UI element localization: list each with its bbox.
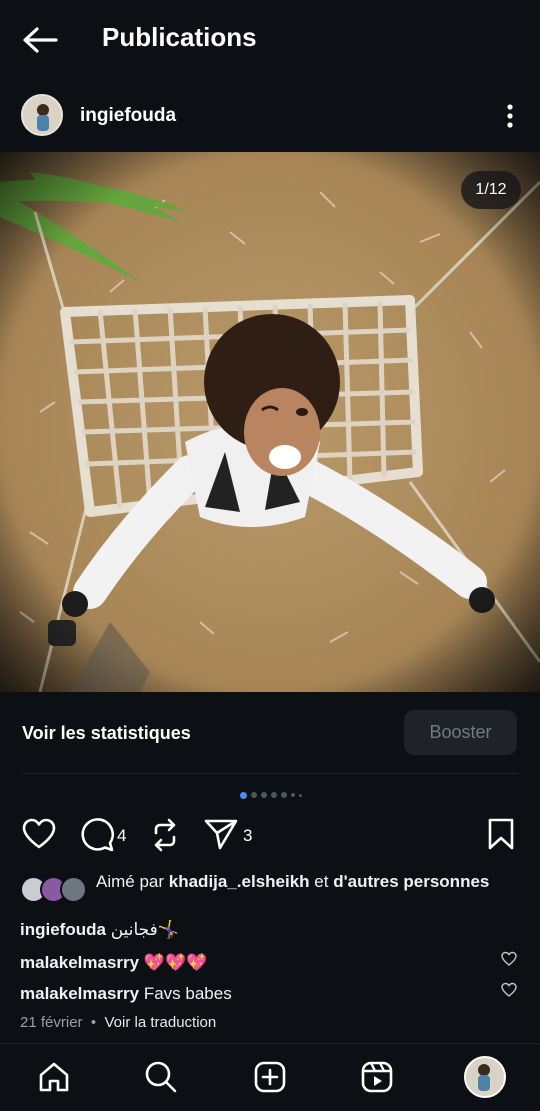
heart-icon[interactable] (501, 951, 517, 967)
carousel-dot (281, 792, 287, 798)
liker-username[interactable]: khadija_.elsheikh (169, 872, 310, 891)
comment-item: malakelmasrry Favs babes (20, 984, 232, 1004)
tab-profile[interactable] (464, 1056, 506, 1098)
bottom-navigation (0, 1043, 540, 1111)
plus-square-icon (254, 1061, 286, 1093)
shares-count: 3 (243, 826, 253, 845)
likes-summary[interactable]: Aimé par khadija_.elsheikh et d'autres p… (20, 870, 520, 914)
avatar[interactable] (21, 94, 63, 136)
boost-button[interactable]: Booster (404, 710, 517, 755)
heart-icon[interactable] (501, 982, 517, 998)
comment-username[interactable]: malakelmasrry (20, 984, 139, 1003)
author-username[interactable]: ingiefouda (80, 105, 176, 127)
post-author-row: ingiefouda (0, 92, 540, 140)
likes-text: Aimé par khadija_.elsheikh et d'autres p… (96, 870, 496, 893)
avatar (60, 876, 87, 903)
carousel-dot (251, 792, 257, 798)
post-meta: 21 février • Voir la traduction (20, 1014, 216, 1031)
comment-item: malakelmasrry 💖💖💖 (20, 953, 207, 973)
comment-text: Favs babes (143, 984, 232, 1003)
likes-connector: et (314, 872, 329, 891)
carousel-dot-active (240, 791, 247, 799)
reels-icon (361, 1061, 393, 1093)
repost-icon[interactable] (150, 818, 180, 852)
bookmark-icon[interactable] (487, 818, 515, 850)
comment-username[interactable]: malakelmasrry (20, 953, 139, 972)
carousel-indicator (240, 791, 302, 799)
caption: ingiefouda فجانين🤸‍♀️ (20, 920, 179, 940)
carousel-dot (299, 793, 302, 797)
arrow-left-icon[interactable] (20, 24, 60, 56)
avatar (466, 1058, 504, 1096)
carousel-dot (261, 792, 267, 798)
post-photo[interactable] (0, 152, 540, 692)
page-title: Publications (102, 22, 257, 52)
meta-separator: • (90, 1014, 97, 1031)
see-translation-link[interactable]: Voir la traduction (104, 1014, 216, 1031)
send-icon[interactable] (204, 818, 238, 850)
view-insights-link[interactable]: Voir les statistiques (22, 723, 191, 744)
likes-prefix: Aimé par (96, 872, 165, 891)
tab-reels[interactable] (359, 1059, 395, 1095)
comment-icon[interactable] (80, 818, 114, 852)
carousel-dot (291, 793, 295, 797)
heart-icon[interactable] (22, 818, 56, 850)
carousel-dot (271, 792, 277, 798)
media-counter: 1/12 (461, 171, 521, 209)
comment-text: 💖💖💖 (143, 953, 208, 972)
insights-row: Voir les statistiques Booster (0, 708, 540, 758)
top-bar: Publications (0, 0, 540, 80)
post-actions: 4 3 (0, 814, 540, 856)
comments-count: 4 (117, 826, 127, 845)
tab-home[interactable] (36, 1059, 72, 1095)
tab-create[interactable] (252, 1059, 288, 1095)
caption-username[interactable]: ingiefouda (20, 920, 106, 939)
divider (22, 773, 518, 774)
tab-search[interactable] (143, 1059, 179, 1095)
home-icon (39, 1062, 69, 1092)
caption-text: فجانين🤸‍♀️ (110, 920, 179, 939)
search-icon (145, 1061, 177, 1093)
post-date: 21 février (20, 1014, 83, 1031)
likes-others[interactable]: d'autres personnes (333, 872, 489, 891)
liker-avatars (20, 876, 88, 904)
more-vertical-icon[interactable] (500, 102, 520, 130)
